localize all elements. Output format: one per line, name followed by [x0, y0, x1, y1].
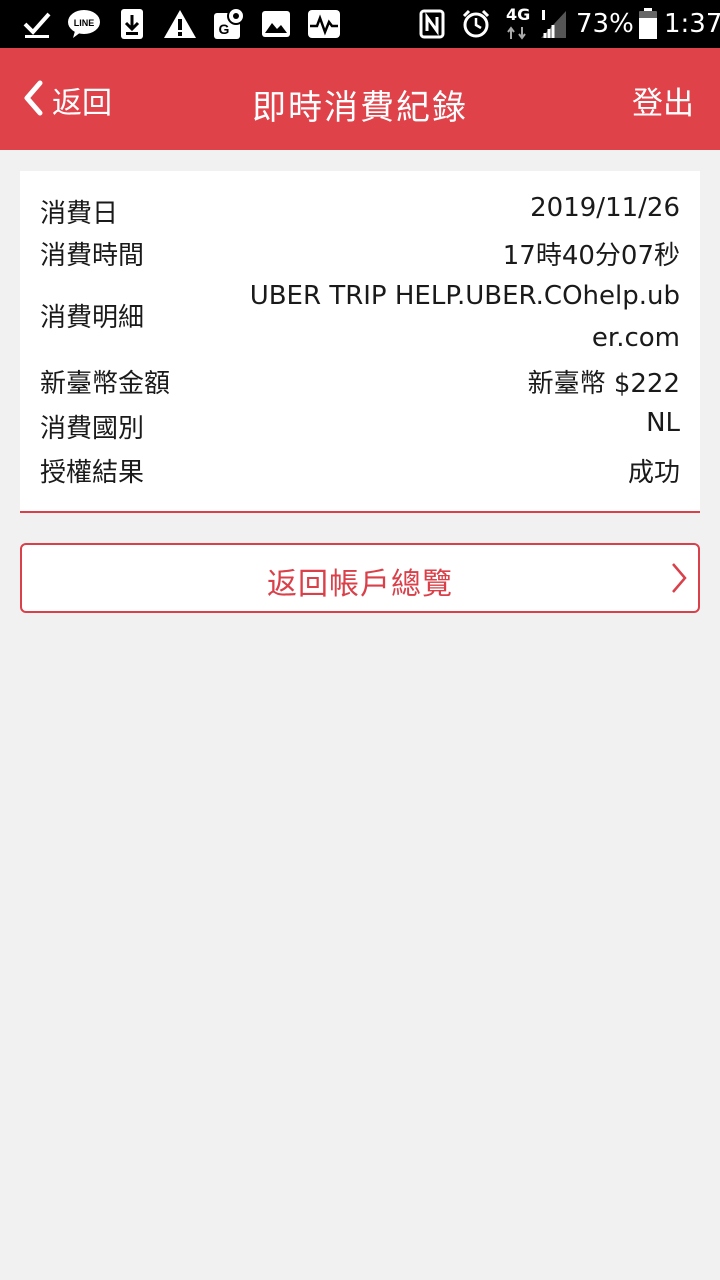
detail-row-amount: 新臺幣金額 新臺幣 $222: [40, 363, 680, 399]
detail-row-country: 消費國別 NL: [40, 408, 680, 444]
image-icon: [260, 6, 292, 42]
detail-row-description: 消費明細 UBER TRIP HELP.UBER.COhelp.uber.com: [40, 275, 680, 359]
battery-percent: 73%: [576, 9, 634, 39]
detail-label: 消費明細: [40, 303, 145, 333]
detail-row-authorization: 授權結果 成功: [40, 452, 680, 488]
battery-icon: [636, 6, 660, 42]
detail-row-time: 消費時間 17時40分07秒: [40, 235, 680, 271]
app-header: 返回 即時消費紀錄 登出: [0, 48, 720, 150]
return-button-label: 返回帳戶總覽: [267, 567, 453, 602]
transaction-detail-card: 消費日 2019/11/26 消費時間 17時40分07秒 消費明細 UBER …: [20, 171, 700, 513]
chevron-right-icon: [670, 562, 688, 598]
detail-value: 2019/11/26: [530, 193, 680, 223]
detail-label: 消費國別: [40, 414, 145, 444]
svg-text:G: G: [219, 21, 230, 37]
detail-label: 授權結果: [40, 458, 145, 488]
check-icon: [20, 6, 54, 42]
warning-icon: [162, 6, 198, 42]
alarm-icon: [460, 6, 492, 42]
detail-label: 消費時間: [40, 241, 145, 271]
network-type-label: 4G: [506, 5, 531, 24]
clock: 1:37: [664, 9, 720, 39]
detail-value: 成功: [627, 458, 680, 488]
page-title: 即時消費紀錄: [252, 88, 468, 128]
data-arrows-icon: [504, 24, 530, 42]
status-bar: LINE G 4G 73% 1:37: [0, 0, 720, 48]
google-maps-icon: G: [212, 6, 246, 42]
download-icon: [118, 6, 146, 42]
signal-icon: [538, 6, 568, 42]
nfc-icon: [418, 6, 446, 42]
logout-button[interactable]: 登出: [632, 78, 694, 123]
detail-value: 17時40分07秒: [502, 241, 680, 271]
activity-icon: [306, 6, 342, 42]
return-to-account-overview-button[interactable]: 返回帳戶總覽: [20, 543, 700, 613]
detail-label: 新臺幣金額: [40, 369, 171, 399]
svg-text:LINE: LINE: [74, 18, 95, 28]
detail-value: UBER TRIP HELP.UBER.COhelp.uber.com: [249, 281, 680, 353]
line-app-icon: LINE: [66, 6, 102, 42]
detail-row-date: 消費日 2019/11/26: [40, 193, 680, 229]
detail-label: 消費日: [40, 199, 119, 229]
detail-value: NL: [646, 408, 680, 438]
detail-value: 新臺幣 $222: [527, 369, 680, 399]
